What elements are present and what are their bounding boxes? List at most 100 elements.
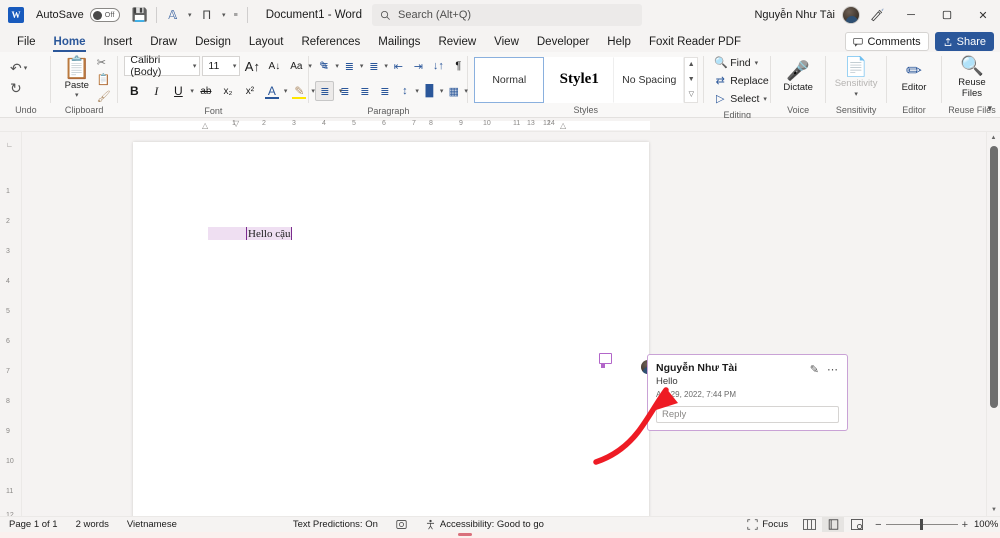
- tab-mailings[interactable]: Mailings: [369, 32, 429, 52]
- paste-dropdown-icon[interactable]: ▾: [75, 91, 79, 99]
- tab-help[interactable]: Help: [598, 32, 640, 52]
- zoom-percentage[interactable]: 100%: [974, 519, 1000, 530]
- borders-icon[interactable]: ▦: [444, 81, 463, 101]
- numbering-chevron-down-icon[interactable]: ▾: [360, 62, 364, 70]
- format-painter-icon[interactable]: 🖌: [97, 89, 111, 104]
- scrollbar-thumb[interactable]: [990, 146, 998, 408]
- decrease-indent-icon[interactable]: ⇤: [389, 56, 408, 76]
- tab-foxit-reader-pdf[interactable]: Foxit Reader PDF: [640, 32, 750, 52]
- borders-chevron-down-icon[interactable]: ▾: [464, 87, 468, 95]
- scroll-down-icon[interactable]: ▼: [987, 504, 1000, 516]
- text-highlight-color-icon[interactable]: ✎: [289, 81, 309, 101]
- line-spacing-chevron-down-icon[interactable]: ▾: [415, 87, 419, 95]
- focus-mode-button[interactable]: Focus: [738, 519, 797, 530]
- zoom-slider[interactable]: − +: [875, 519, 968, 531]
- zoom-thumb[interactable]: [919, 519, 923, 530]
- ink-pen-icon[interactable]: [862, 0, 892, 30]
- line-spacing-icon[interactable]: ↕: [395, 81, 414, 101]
- left-indent-marker[interactable]: △: [202, 121, 208, 130]
- style-normal[interactable]: Normal: [474, 56, 545, 103]
- shrink-font-icon[interactable]: A↓: [264, 56, 284, 76]
- comment-balloon-icon[interactable]: [599, 353, 612, 368]
- comments-button[interactable]: Comments: [845, 32, 929, 51]
- sort-icon[interactable]: ↓↑: [429, 56, 448, 76]
- sensitivity-button[interactable]: 📄 Sensitivity ▾: [832, 56, 880, 99]
- justify-button[interactable]: ≣: [375, 81, 394, 101]
- styles-scroll-down-icon[interactable]: ▼: [685, 72, 697, 87]
- subscript-button[interactable]: x₂: [218, 81, 238, 101]
- comment-card[interactable]: Nguyễn Như Tài Hello Apr 29, 2022, 7:44 …: [647, 354, 848, 431]
- status-language[interactable]: Vietnamese: [118, 519, 186, 530]
- print-layout-button[interactable]: [822, 517, 845, 532]
- tab-draw[interactable]: Draw: [141, 32, 186, 52]
- sensitivity-chevron-down-icon[interactable]: ▾: [854, 90, 858, 98]
- tab-review[interactable]: Review: [429, 32, 485, 52]
- ellipsis-icon[interactable]: ⋯: [827, 363, 839, 376]
- avatar[interactable]: [842, 6, 860, 24]
- autosave-toggle[interactable]: Off: [89, 8, 120, 22]
- shading-chevron-down-icon[interactable]: ▾: [440, 87, 444, 95]
- styles-scroll-up-icon[interactable]: ▲: [685, 58, 697, 73]
- tab-file[interactable]: File: [8, 32, 45, 52]
- zoom-out-button[interactable]: −: [875, 519, 881, 531]
- web-layout-button[interactable]: [846, 517, 868, 532]
- undo-button[interactable]: ↶ ▾: [10, 59, 27, 78]
- pencil-icon[interactable]: ✎: [810, 363, 819, 376]
- multilevel-chevron-down-icon[interactable]: ▾: [384, 62, 388, 70]
- italic-button[interactable]: I: [146, 81, 166, 101]
- shading-icon[interactable]: █: [420, 81, 439, 101]
- tab-layout[interactable]: Layout: [240, 32, 293, 52]
- bullets-icon[interactable]: ≡: [315, 56, 334, 76]
- text-effects-chevron-down-icon[interactable]: ▾: [284, 87, 288, 95]
- vertical-scrollbar[interactable]: ▲ ▼: [986, 132, 1000, 516]
- style-style1[interactable]: Style1: [544, 56, 615, 103]
- align-center-button[interactable]: ≣: [335, 81, 354, 101]
- reuse-files-button[interactable]: 🔍 Reuse Files: [948, 55, 996, 101]
- text-effects-icon[interactable]: A: [262, 81, 282, 101]
- save-icon[interactable]: 💾: [130, 5, 150, 25]
- tab-developer[interactable]: Developer: [528, 32, 598, 52]
- change-case-icon[interactable]: Aa: [286, 56, 306, 76]
- read-mode-button[interactable]: [798, 517, 820, 532]
- scroll-up-icon[interactable]: ▲: [987, 132, 1000, 144]
- select-button[interactable]: ▷ Select ▾: [714, 90, 769, 107]
- document-page[interactable]: Hello cậu: [133, 142, 649, 516]
- share-button[interactable]: Share: [934, 32, 994, 51]
- comment-reply-input[interactable]: Reply: [656, 406, 839, 423]
- redo-button[interactable]: ↻: [10, 79, 27, 98]
- cut-icon[interactable]: ✂: [97, 55, 111, 70]
- undo-dropdown-icon[interactable]: ▾: [24, 64, 28, 72]
- dictate-button[interactable]: 🎤 Dictate: [777, 60, 819, 95]
- zoom-in-button[interactable]: +: [962, 519, 968, 531]
- zoom-track[interactable]: [885, 519, 958, 530]
- track-changes-icon[interactable]: [387, 519, 416, 530]
- bold-button[interactable]: B: [124, 81, 144, 101]
- styles-more-icon[interactable]: ▽: [685, 87, 697, 102]
- font-size-combo[interactable]: 11 ▾: [202, 56, 241, 76]
- collapse-ribbon-icon[interactable]: ▾: [987, 103, 992, 114]
- find-button[interactable]: 🔍 Find ▾: [714, 54, 769, 71]
- maximize-restore-button[interactable]: [930, 0, 964, 30]
- first-line-indent-marker[interactable]: ▽: [233, 119, 239, 128]
- autosave-control[interactable]: AutoSave Off: [36, 8, 120, 22]
- find-chevron-down-icon[interactable]: ▾: [755, 59, 759, 67]
- editor-button[interactable]: ✏ Editor: [893, 60, 935, 95]
- minimize-button[interactable]: ─: [894, 0, 928, 30]
- vertical-ruler[interactable]: ∟ 1 2 3 4 5 6 7 8 9 10 11 12: [0, 132, 22, 516]
- increase-indent-icon[interactable]: ⇥: [409, 56, 428, 76]
- bullets-chevron-down-icon[interactable]: ▾: [335, 62, 339, 70]
- status-page-number[interactable]: Page 1 of 1: [0, 519, 67, 530]
- tab-references[interactable]: References: [292, 32, 369, 52]
- tab-home[interactable]: Home: [45, 32, 95, 52]
- underline-chevron-down-icon[interactable]: ▾: [190, 87, 194, 95]
- status-text-predictions[interactable]: Text Predictions: On: [284, 519, 387, 530]
- align-right-button[interactable]: ≣: [355, 81, 374, 101]
- tab-design[interactable]: Design: [186, 32, 240, 52]
- status-word-count[interactable]: 2 words: [67, 519, 118, 530]
- font-style-icon[interactable]: 𝔸: [163, 5, 183, 25]
- formula-icon[interactable]: Π: [197, 5, 217, 25]
- chevron-down-icon-2[interactable]: ▾: [219, 11, 229, 19]
- search-input[interactable]: Search (Alt+Q): [372, 4, 642, 26]
- document-paragraph[interactable]: Hello cậu: [208, 227, 293, 240]
- font-family-combo[interactable]: Calibri (Body) ▾: [124, 54, 201, 78]
